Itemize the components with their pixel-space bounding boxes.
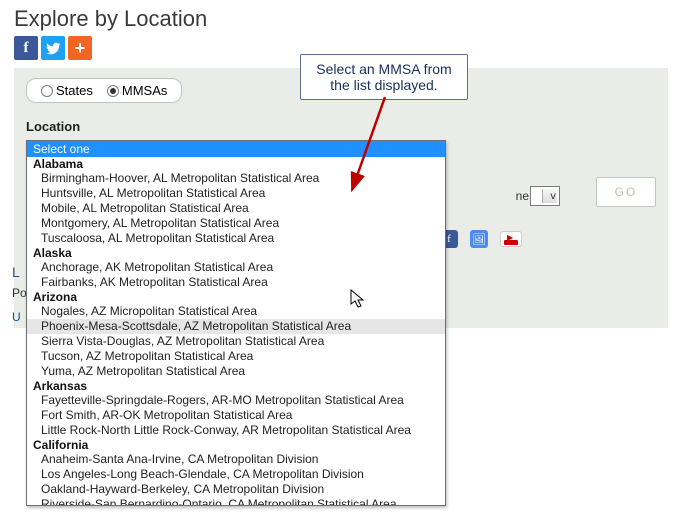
go-button[interactable]: GO [596, 177, 656, 207]
social-row: f 🖼 [440, 230, 522, 248]
dropdown-item[interactable]: Tucson, AZ Metropolitan Statistical Area [27, 349, 445, 364]
left-sub-1: Po [12, 286, 27, 300]
facebook-icon[interactable]: f [14, 36, 38, 60]
secondary-select-text: ne [516, 189, 529, 203]
dropdown-item[interactable]: Anaheim-Santa Ana-Irvine, CA Metropolita… [27, 452, 445, 467]
dropdown-group-header: Alaska [27, 246, 445, 260]
dropdown-item[interactable]: Sierra Vista-Douglas, AZ Metropolitan St… [27, 334, 445, 349]
radio-states[interactable]: States [41, 83, 93, 98]
dropdown-item[interactable]: Fayetteville-Springdale-Rogers, AR-MO Me… [27, 393, 445, 408]
dropdown-item[interactable]: Montgomery, AL Metropolitan Statistical … [27, 216, 445, 231]
left-sub-2: U [12, 310, 21, 324]
chevron-down-icon: ⅴ [550, 191, 556, 202]
youtube-icon[interactable] [500, 231, 522, 247]
dropdown-item[interactable]: Phoenix-Mesa-Scottsdale, AZ Metropolitan… [27, 319, 445, 334]
dropdown-item[interactable]: Anchorage, AK Metropolitan Statistical A… [27, 260, 445, 275]
help-arrow [330, 92, 420, 212]
twitter-icon[interactable] [41, 36, 65, 60]
page-title: Explore by Location [14, 6, 680, 32]
dropdown-group-header: California [27, 438, 445, 452]
dropdown-item[interactable]: Nogales, AZ Micropolitan Statistical Are… [27, 304, 445, 319]
radio-states-label: States [56, 83, 93, 98]
dropdown-group-header: Arizona [27, 290, 445, 304]
dropdown-group-header: Arkansas [27, 379, 445, 393]
dropdown-item[interactable]: Tuscaloosa, AL Metropolitan Statistical … [27, 231, 445, 246]
dropdown-item[interactable]: Los Angeles-Long Beach-Glendale, CA Metr… [27, 467, 445, 482]
dropdown-item[interactable]: Oakland-Hayward-Berkeley, CA Metropolita… [27, 482, 445, 497]
view-toggle: States MMSAs [26, 78, 182, 103]
radio-mmsas[interactable]: MMSAs [107, 83, 168, 98]
radio-mmsas-label: MMSAs [122, 83, 168, 98]
dropdown-item[interactable]: Riverside-San Bernardino-Ontario, CA Met… [27, 497, 445, 505]
dropdown-item[interactable]: Yuma, AZ Metropolitan Statistical Area [27, 364, 445, 379]
left-heading: L [12, 264, 20, 280]
add-icon[interactable]: + [68, 36, 92, 60]
picasa-icon[interactable]: 🖼 [470, 230, 488, 248]
dropdown-item[interactable]: Little Rock-North Little Rock-Conway, AR… [27, 423, 445, 438]
dropdown-item[interactable]: Fort Smith, AR-OK Metropolitan Statistic… [27, 408, 445, 423]
dropdown-item[interactable]: Fairbanks, AK Metropolitan Statistical A… [27, 275, 445, 290]
secondary-select[interactable]: ne ⅴ [530, 186, 560, 206]
